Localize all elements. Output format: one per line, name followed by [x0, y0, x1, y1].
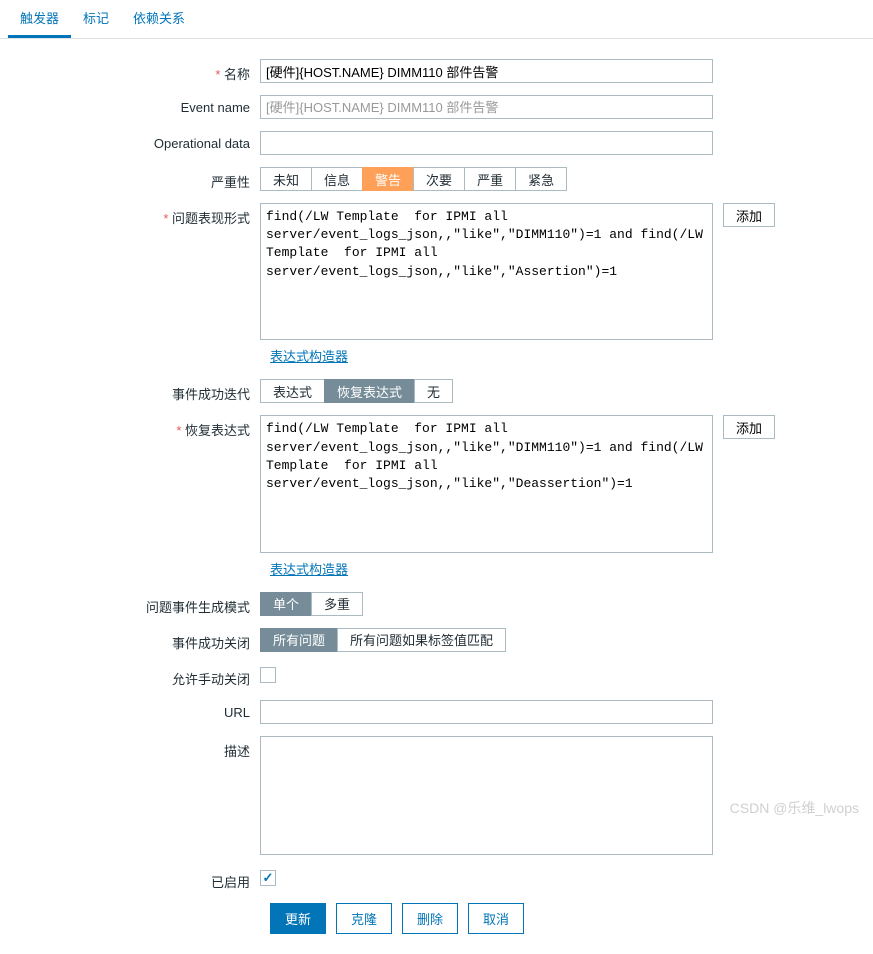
- url-input[interactable]: [260, 700, 713, 724]
- severity-major[interactable]: 严重: [464, 167, 516, 191]
- label-enabled: 已启用: [20, 867, 260, 891]
- add-recovery-expr-button[interactable]: 添加: [723, 415, 775, 439]
- problem-mode-multiple[interactable]: 多重: [311, 592, 363, 616]
- ok-close-match[interactable]: 所有问题如果标签值匹配: [337, 628, 506, 652]
- label-name: 名称: [20, 59, 260, 83]
- label-ok-close: 事件成功关闭: [20, 628, 260, 652]
- footer-buttons: 更新 克隆 删除 取消: [270, 903, 853, 934]
- label-desc: 描述: [20, 736, 260, 760]
- tab-tag[interactable]: 标记: [71, 0, 121, 38]
- severity-unknown[interactable]: 未知: [260, 167, 312, 191]
- manual-close-checkbox[interactable]: [260, 667, 276, 683]
- ok-iteration-none[interactable]: 无: [414, 379, 453, 403]
- severity-group: 未知 信息 警告 次要 严重 紧急: [260, 167, 567, 191]
- severity-info[interactable]: 信息: [311, 167, 363, 191]
- description-textarea[interactable]: [260, 736, 713, 855]
- label-recovery-expr: 恢复表达式: [20, 415, 260, 439]
- add-problem-expr-button[interactable]: 添加: [723, 203, 775, 227]
- event-name-input[interactable]: [260, 95, 713, 119]
- problem-expr-builder-link[interactable]: 表达式构造器: [270, 349, 348, 364]
- severity-minor[interactable]: 次要: [413, 167, 465, 191]
- severity-warn[interactable]: 警告: [362, 167, 414, 191]
- label-severity: 严重性: [20, 167, 260, 191]
- label-manual-close: 允许手动关闭: [20, 664, 260, 688]
- problem-mode-group: 单个 多重: [260, 592, 363, 616]
- label-ok-iteration: 事件成功迭代: [20, 379, 260, 403]
- enabled-checkbox[interactable]: [260, 870, 276, 886]
- label-problem-expr: 问题表现形式: [20, 203, 260, 227]
- ok-iteration-expression[interactable]: 表达式: [260, 379, 325, 403]
- ok-iteration-recovery[interactable]: 恢复表达式: [324, 379, 415, 403]
- cancel-button[interactable]: 取消: [468, 903, 524, 934]
- update-button[interactable]: 更新: [270, 903, 326, 934]
- label-problem-mode: 问题事件生成模式: [20, 592, 260, 616]
- problem-expr-textarea[interactable]: find(/LW Template for IPMI all server/ev…: [260, 203, 713, 340]
- clone-button[interactable]: 克隆: [336, 903, 392, 934]
- ok-iteration-group: 表达式 恢复表达式 无: [260, 379, 453, 403]
- tab-trigger[interactable]: 触发器: [8, 0, 71, 38]
- label-url: URL: [20, 700, 260, 720]
- ok-close-all[interactable]: 所有问题: [260, 628, 338, 652]
- name-input[interactable]: [260, 59, 713, 83]
- recovery-expr-textarea[interactable]: find(/LW Template for IPMI all server/ev…: [260, 415, 713, 552]
- ok-close-group: 所有问题 所有问题如果标签值匹配: [260, 628, 506, 652]
- tab-bar: 触发器 标记 依赖关系: [0, 0, 873, 39]
- recovery-expr-builder-link[interactable]: 表达式构造器: [270, 562, 348, 577]
- problem-mode-single[interactable]: 单个: [260, 592, 312, 616]
- form: 名称 Event name Operational data 严重性 未知 信息…: [0, 39, 873, 954]
- label-operational-data: Operational data: [20, 131, 260, 151]
- tab-deps[interactable]: 依赖关系: [121, 0, 197, 38]
- label-event-name: Event name: [20, 95, 260, 115]
- operational-data-input[interactable]: [260, 131, 713, 155]
- severity-critical[interactable]: 紧急: [515, 167, 567, 191]
- delete-button[interactable]: 删除: [402, 903, 458, 934]
